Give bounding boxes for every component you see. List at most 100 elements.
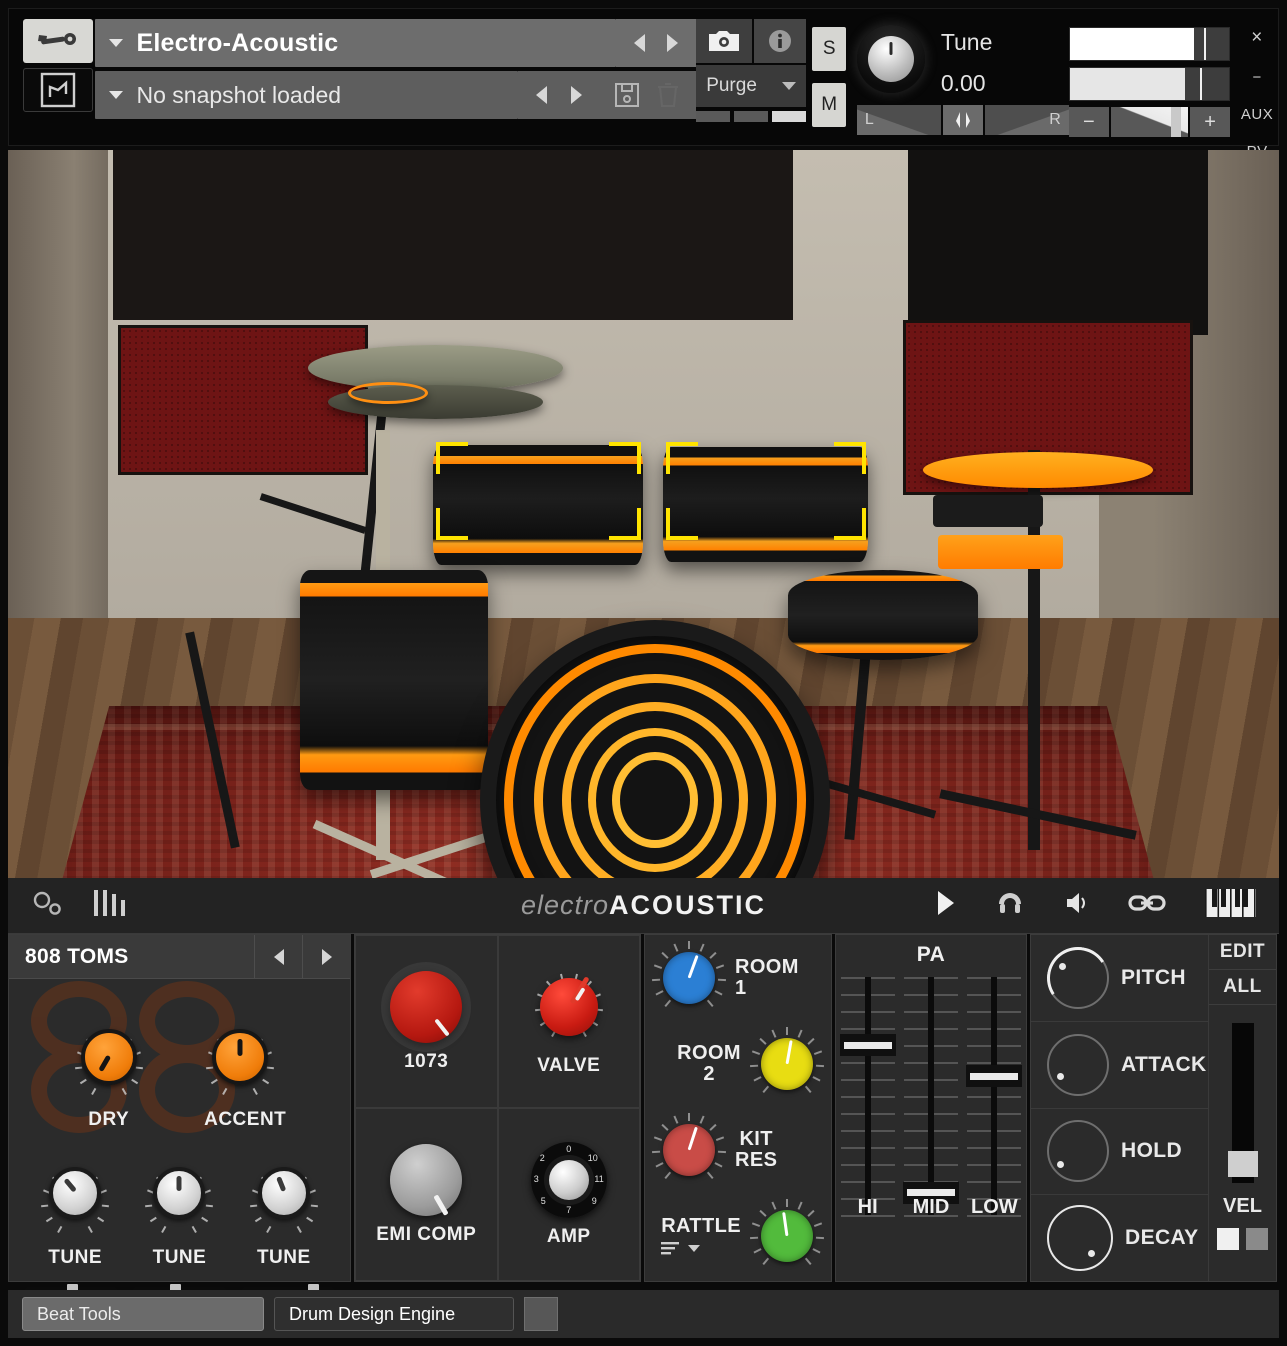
room2-label: ROOM2 — [677, 1043, 741, 1085]
tab-beat-tools[interactable]: Beat Tools — [22, 1297, 264, 1331]
minimize-icon[interactable]: − — [1236, 69, 1278, 86]
dry-knob[interactable] — [81, 1029, 137, 1085]
tune-knob[interactable] — [857, 25, 925, 93]
velocity-switch-off[interactable] — [1246, 1228, 1268, 1250]
drum-kit-photo[interactable] — [8, 150, 1279, 878]
kit-prev-button[interactable] — [254, 935, 302, 978]
knob-emi-comp[interactable] — [390, 1144, 462, 1216]
instrument-next-button[interactable] — [667, 34, 678, 52]
settings-gears-icon[interactable] — [30, 889, 64, 922]
rack-tom-2[interactable] — [663, 447, 868, 562]
rattle-knob[interactable] — [761, 1210, 813, 1262]
pitch-knob[interactable] — [1047, 947, 1109, 1009]
solo-mute-group: S M — [806, 9, 849, 139]
snapshot-nav — [518, 71, 600, 119]
chevron-down-icon[interactable] — [109, 39, 123, 47]
volume-control[interactable]: − + — [1069, 107, 1230, 137]
aux-button[interactable]: AUX — [1236, 106, 1278, 123]
knob-1073[interactable] — [390, 971, 462, 1043]
tune-label: Tune — [941, 29, 993, 56]
rack-tom-1[interactable] — [433, 445, 643, 565]
fader-low-thumb[interactable] — [966, 1065, 1022, 1087]
hold-label: HOLD — [1121, 1139, 1182, 1163]
volume-slider[interactable] — [1111, 107, 1188, 137]
speaker-icon[interactable] — [1063, 889, 1089, 922]
room1-knob[interactable] — [663, 952, 715, 1004]
brand-italic: electro — [521, 890, 609, 920]
pitch-cell: PITCH — [1031, 935, 1208, 1022]
meter-left — [1069, 27, 1230, 61]
mute-button[interactable]: M — [812, 83, 846, 127]
room2-knob[interactable] — [761, 1038, 813, 1090]
volume-down-button[interactable]: − — [1069, 107, 1109, 137]
floor-tom-left[interactable] — [300, 570, 488, 790]
meter-right — [1069, 67, 1230, 101]
decay-knob[interactable] — [1047, 1205, 1113, 1271]
pa-title: PA — [836, 935, 1026, 967]
tune-knob-1[interactable] — [49, 1167, 101, 1219]
pan-center-handle[interactable] — [943, 105, 983, 135]
velocity-switch-on[interactable] — [1217, 1228, 1239, 1250]
link-icon[interactable] — [1127, 890, 1167, 921]
wrench-icon[interactable] — [23, 19, 93, 63]
brand-bold: ACOUSTIC — [609, 890, 766, 920]
play-icon[interactable] — [935, 889, 957, 922]
fader-hi-thumb[interactable] — [840, 1034, 896, 1056]
accent-knob[interactable] — [212, 1029, 268, 1085]
hold-knob[interactable] — [1047, 1120, 1109, 1182]
velocity-slider[interactable] — [1232, 1023, 1254, 1183]
room2-knob-wrap[interactable] — [749, 1026, 825, 1102]
velocity-column: EDIT ALL VEL — [1208, 935, 1276, 1281]
tune-knob-label-3: TUNE — [248, 1247, 320, 1269]
plugin-toolbar: electroACOUSTIC — [8, 878, 1279, 934]
list-menu-icon[interactable] — [661, 1241, 700, 1257]
solo-button[interactable]: S — [812, 27, 846, 71]
rattle-knob-wrap[interactable] — [749, 1198, 825, 1274]
tab-add-button[interactable] — [524, 1297, 558, 1331]
tune-knob-3[interactable] — [258, 1167, 310, 1219]
tune-knob-label-1: TUNE — [39, 1247, 111, 1269]
purge-dropdown[interactable]: Purge — [696, 65, 806, 107]
save-icon[interactable] — [614, 81, 640, 109]
instrument-prev-button[interactable] — [634, 34, 645, 52]
tune-knob-unit-3: TUNE — [248, 1157, 320, 1269]
chevron-down-icon[interactable] — [782, 82, 796, 90]
bottom-tab-bar: Beat Tools Drum Design Engine — [8, 1290, 1279, 1338]
keyboard-icon[interactable] — [1205, 887, 1257, 924]
room1-knob-wrap[interactable] — [651, 940, 727, 1016]
fx-label-valve: VALVE — [537, 1055, 600, 1077]
knob-valve[interactable] — [540, 978, 598, 1036]
chevron-down-icon[interactable] — [109, 91, 123, 99]
tab-drum-design-engine[interactable]: Drum Design Engine — [274, 1297, 514, 1331]
mixer-bars-icon[interactable] — [92, 888, 132, 923]
attack-knob[interactable] — [1047, 1034, 1109, 1096]
rattle-row: RATTLE — [645, 1193, 831, 1279]
all-button[interactable]: ALL — [1209, 970, 1276, 1005]
fader-low[interactable]: LOW — [967, 977, 1021, 1215]
tuning-icon[interactable] — [995, 889, 1025, 922]
envelope-knob-column: PITCH ATTACK HOLD — [1031, 935, 1208, 1281]
knob-amp[interactable]: 0 10 11 9 7 5 3 2 — [531, 1142, 607, 1218]
floor-tom-right[interactable] — [788, 570, 978, 660]
info-icon[interactable] — [754, 19, 806, 63]
instrument-name-field[interactable]: Electro-Acoustic — [95, 19, 617, 67]
kit-name: 808 TOMS — [9, 945, 254, 969]
kit-next-button[interactable] — [302, 935, 350, 978]
velocity-switches — [1217, 1228, 1268, 1250]
kitres-knob[interactable] — [663, 1124, 715, 1176]
fader-hi[interactable]: HI — [841, 977, 895, 1215]
kitres-knob-wrap[interactable] — [651, 1112, 727, 1188]
fader-mid[interactable]: MID — [904, 977, 958, 1215]
snapshot-next-button[interactable] — [571, 86, 582, 104]
camera-icon[interactable] — [696, 19, 752, 63]
ni-logo-icon[interactable] — [23, 68, 93, 112]
snapshot-prev-button[interactable] — [536, 86, 547, 104]
room-wall-left — [8, 150, 118, 620]
volume-up-button[interactable]: + — [1190, 107, 1230, 137]
trash-icon[interactable] — [656, 81, 682, 109]
fx-label-amp: AMP — [547, 1226, 591, 1248]
pan-control[interactable]: L R — [857, 105, 1069, 135]
snapshot-field[interactable]: No snapshot loaded — [95, 71, 519, 119]
edit-button[interactable]: EDIT — [1209, 935, 1276, 970]
close-icon[interactable]: × — [1236, 27, 1278, 49]
